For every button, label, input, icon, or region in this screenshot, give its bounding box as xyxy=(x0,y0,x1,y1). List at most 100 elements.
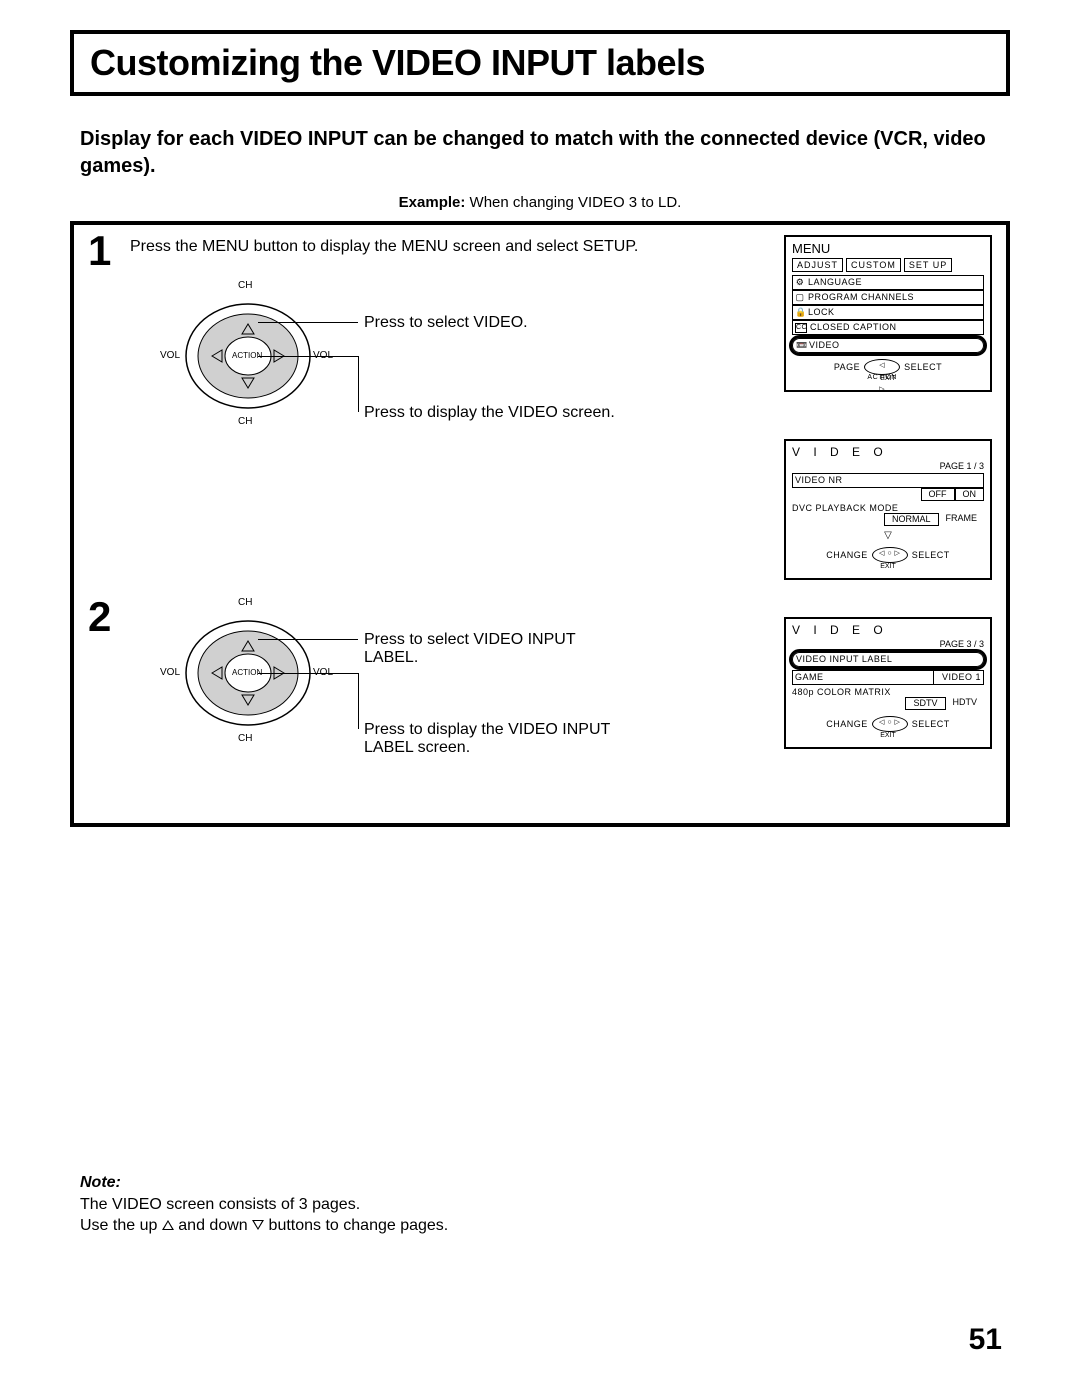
cc-icon: CC xyxy=(795,323,807,333)
osd-row-label: VIDEO NR xyxy=(795,474,843,487)
dpad-diagram-2: CH CH VOL VOL ACTION Press to select VID… xyxy=(148,603,628,753)
note-line-1: The VIDEO screen consists of 3 pages. xyxy=(80,1194,448,1216)
osd-row-label: LOCK xyxy=(808,306,835,319)
steps-box: 1 Press the MENU button to display the M… xyxy=(70,221,1010,827)
osd-menu-setup: MENU ADJUST CUSTOM SET UP ⚙LANGUAGE ▢PRO… xyxy=(784,235,992,392)
nav-exit: EXIT xyxy=(792,732,984,739)
nav-exit: EXIT xyxy=(792,375,984,382)
manual-page: Customizing the VIDEO INPUT labels Displ… xyxy=(0,0,1080,1397)
arrow-text-2b: Press to display the VIDEO INPUT LABEL s… xyxy=(364,721,628,757)
note-label: Note: xyxy=(80,1172,448,1194)
step-1: 1 Press the MENU button to display the M… xyxy=(88,237,648,436)
toggle-hdtv: HDTV xyxy=(946,697,985,708)
osd-page-indicator: PAGE 3 / 3 xyxy=(792,639,984,649)
toggle-sdtv: SDTV xyxy=(905,697,945,710)
arrow-text-2a: Press to select VIDEO INPUT LABEL. xyxy=(364,631,628,667)
leader-line xyxy=(358,673,359,729)
nav-action-icon: ◁ ○ ▷ xyxy=(872,716,908,732)
toggle-frame: FRAME xyxy=(939,513,985,524)
osd-title: V I D E O xyxy=(792,623,984,637)
triangle-down-icon xyxy=(252,1220,264,1230)
osd-title: V I D E O xyxy=(792,445,984,459)
osd-row-label: PROGRAM CHANNELS xyxy=(808,291,914,304)
note-text: Use the up xyxy=(80,1217,162,1234)
arrow-text-1a: Press to select VIDEO. xyxy=(364,314,528,332)
osd-toggle: SDTV HDTV xyxy=(792,697,984,710)
osd-nav: CHANGE ◁ ○ ▷ SELECT xyxy=(792,716,984,732)
osd-title: MENU xyxy=(792,241,984,256)
osd-toggle: NORMAL FRAME xyxy=(792,513,984,526)
osd-row-video-nr: VIDEO NR xyxy=(792,473,984,488)
osd-row-label: CLOSED CAPTION xyxy=(810,321,897,334)
leader-line xyxy=(258,673,358,674)
step-1-text: Press the MENU button to display the MEN… xyxy=(130,237,648,258)
osd-tab: CUSTOM xyxy=(846,258,901,272)
osd-row-program-channels: ▢PROGRAM CHANNELS xyxy=(792,290,984,305)
step-1-number: 1 xyxy=(88,227,111,275)
osd-nav: PAGE ◁ ACTION ▷ SELECT xyxy=(792,359,984,375)
ch-label-bottom: CH xyxy=(238,733,252,744)
nav-action-icon: ◁ ○ ▷ xyxy=(872,547,908,563)
note-line-2: Use the up and down buttons to change pa… xyxy=(80,1215,448,1237)
note-text: buttons to change pages. xyxy=(264,1217,448,1234)
osd-row-label: VIDEO INPUT LABEL xyxy=(796,653,892,666)
leader-line xyxy=(258,356,358,357)
osd-row-label: VIDEO xyxy=(809,339,840,352)
nav-left-label: CHANGE xyxy=(826,550,868,560)
title-box: Customizing the VIDEO INPUT labels xyxy=(70,30,1010,96)
intro-text: Display for each VIDEO INPUT can be chan… xyxy=(80,126,1000,180)
lock-icon: 🔒 xyxy=(795,306,805,319)
step-2: 2 CH CH VOL VOL ACTION Press to select xyxy=(88,603,648,753)
osd-row-lock: 🔒LOCK xyxy=(792,305,984,320)
osd-list: ⚙LANGUAGE ▢PROGRAM CHANNELS 🔒LOCK CCCLOS… xyxy=(792,275,984,353)
osd-row-dvc-playback: DVC PLAYBACK MODE xyxy=(792,503,984,513)
osd-row-closed-caption: CCCLOSED CAPTION xyxy=(792,320,984,335)
ch-label-top: CH xyxy=(238,280,252,291)
example-text: When changing VIDEO 3 to LD. xyxy=(465,194,681,211)
nav-action-icon: ◁ ACTION ▷ xyxy=(864,359,900,375)
triangle-up-icon xyxy=(162,1220,174,1230)
osd-tab: ADJUST xyxy=(792,258,843,272)
nav-right-label: SELECT xyxy=(904,362,942,372)
osd-nav: CHANGE ◁ ○ ▷ SELECT xyxy=(792,547,984,563)
arrow-text-1b: Press to display the VIDEO screen. xyxy=(364,404,615,422)
toggle-normal: NORMAL xyxy=(884,513,939,526)
toggle-on: ON xyxy=(955,488,985,501)
osd-toggle: OFF ON xyxy=(792,488,984,501)
nav-right-label: SELECT xyxy=(912,719,950,729)
osd-row-video-input-label: VIDEO INPUT LABEL xyxy=(792,652,984,667)
example-label: Example: xyxy=(399,194,466,211)
step-2-number: 2 xyxy=(88,593,111,641)
note-text: and down xyxy=(174,1217,252,1234)
leader-line xyxy=(358,356,359,412)
osd-video-page3: V I D E O PAGE 3 / 3 VIDEO INPUT LABEL G… xyxy=(784,617,992,749)
osd-row-language: ⚙LANGUAGE xyxy=(792,275,984,290)
down-arrow-icon: ▽ xyxy=(792,530,984,541)
nav-right-label: SELECT xyxy=(912,550,950,560)
osd-row-color-matrix: 480p COLOR MATRIX xyxy=(792,687,984,697)
vol-label-left: VOL xyxy=(160,350,180,361)
video-icon: 📼 xyxy=(796,339,806,352)
vol-label-left: VOL xyxy=(160,667,180,678)
leader-line xyxy=(258,639,358,640)
osd-page-indicator: PAGE 1 / 3 xyxy=(792,461,984,471)
ch-label-bottom: CH xyxy=(238,416,252,427)
osd-row-label: GAME xyxy=(795,671,824,684)
nav-exit: EXIT xyxy=(792,563,984,570)
osd-video-page1: V I D E O PAGE 1 / 3 VIDEO NR OFF ON DVC… xyxy=(784,439,992,580)
example-line: Example: When changing VIDEO 3 to LD. xyxy=(70,194,1010,211)
globe-icon: ⚙ xyxy=(795,276,805,289)
page-number: 51 xyxy=(969,1323,1002,1357)
osd-row-value: VIDEO 1 xyxy=(933,671,981,684)
nav-left-label: CHANGE xyxy=(826,719,868,729)
dpad-diagram-1: CH CH VOL VOL ACTION Press to select VID… xyxy=(148,286,628,436)
osd-tabs: ADJUST CUSTOM SET UP xyxy=(792,258,984,272)
nav-left-label: PAGE xyxy=(834,362,860,372)
note-block: Note: The VIDEO screen consists of 3 pag… xyxy=(80,1172,448,1237)
osd-row-label: LANGUAGE xyxy=(808,276,862,289)
osd-tab: SET UP xyxy=(904,258,952,272)
ch-label-top: CH xyxy=(238,597,252,608)
page-title: Customizing the VIDEO INPUT labels xyxy=(90,42,990,84)
osd-row-video: 📼VIDEO xyxy=(792,338,984,353)
box-icon: ▢ xyxy=(795,291,805,304)
